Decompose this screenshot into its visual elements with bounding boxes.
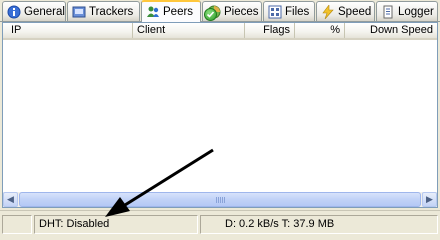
dht-status[interactable]: DHT: Disabled <box>34 215 198 234</box>
app-window: General Trackers Peers Pieces Files Spee… <box>0 0 440 237</box>
peers-icon <box>146 5 160 19</box>
column-down-speed[interactable]: Down Speed <box>345 23 437 38</box>
tab-trackers[interactable]: Trackers <box>67 1 140 21</box>
horizontal-scrollbar[interactable]: ◀ ▶ <box>3 192 437 207</box>
tab-logger[interactable]: Logger <box>376 1 438 21</box>
transfer-status-text: D: 0.2 kB/s T: 37.9 MB <box>225 218 335 230</box>
tab-general[interactable]: General <box>2 1 66 21</box>
tab-label: General <box>24 5 65 18</box>
column-flags[interactable]: Flags <box>245 23 295 38</box>
tab-strip: General Trackers Peers Pieces Files Spee… <box>0 0 440 22</box>
tab-label: Trackers <box>89 5 134 18</box>
transfer-status[interactable]: D: 0.2 kB/s T: 37.9 MB <box>200 215 438 234</box>
check-icon <box>204 8 217 21</box>
files-icon <box>268 5 282 19</box>
scrollbar-thumb[interactable] <box>19 192 421 207</box>
scroll-left-button[interactable]: ◀ <box>3 192 18 207</box>
peers-list[interactable]: IP Client Flags % Down Speed ◀ ▶ <box>2 22 438 208</box>
tab-label: Peers <box>163 6 194 18</box>
tab-label: Logger <box>398 5 434 18</box>
speed-icon <box>321 3 335 19</box>
list-body[interactable] <box>3 40 437 192</box>
logger-icon <box>381 5 395 19</box>
column-percent[interactable]: % <box>295 23 345 38</box>
column-ip[interactable]: IP <box>3 23 133 38</box>
list-header: IP Client Flags % Down Speed <box>3 23 437 40</box>
status-pane-empty <box>2 215 32 234</box>
tab-label: Pieces <box>224 5 259 18</box>
tab-files[interactable]: Files <box>263 1 315 21</box>
tab-label: Files <box>285 5 310 18</box>
scrollbar-grip-icon <box>216 197 226 203</box>
tab-label: Speed <box>338 5 372 18</box>
chevron-right-icon: ▶ <box>426 194 433 204</box>
column-client[interactable]: Client <box>133 23 245 38</box>
info-icon <box>7 5 21 19</box>
chevron-left-icon: ◀ <box>7 194 14 204</box>
status-bar: DHT: Disabled D: 0.2 kB/s T: 37.9 MB <box>0 210 440 237</box>
dht-status-text: DHT: Disabled <box>39 218 110 230</box>
trackers-icon <box>72 5 86 19</box>
scroll-right-button[interactable]: ▶ <box>422 192 437 207</box>
tab-speed[interactable]: Speed <box>316 1 375 21</box>
tab-peers[interactable]: Peers <box>141 0 201 22</box>
